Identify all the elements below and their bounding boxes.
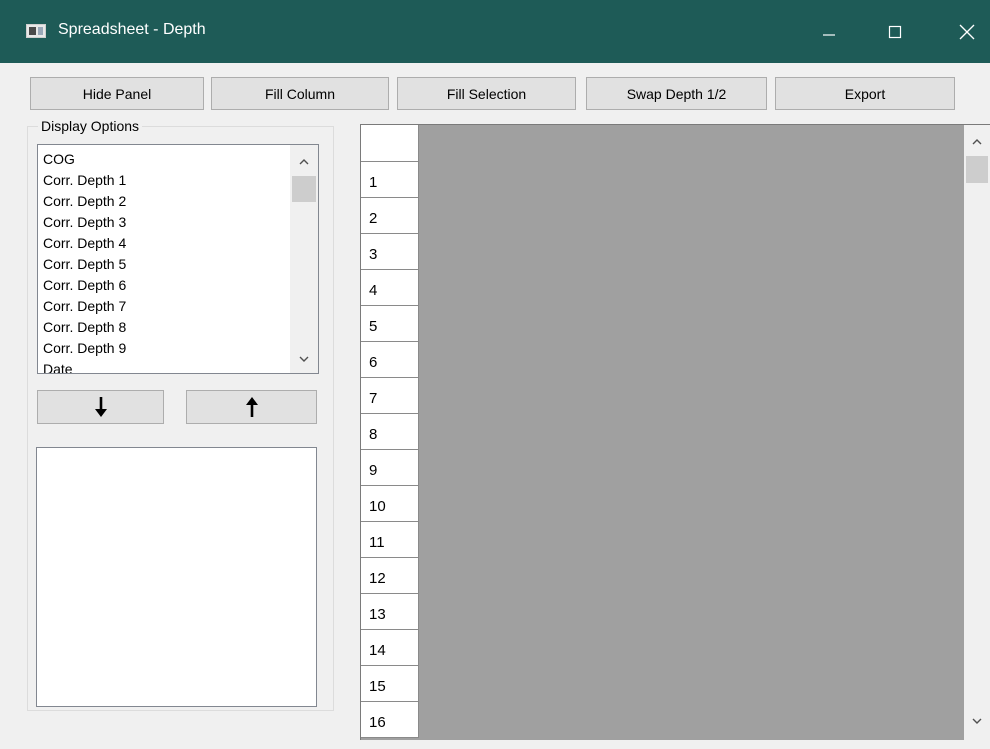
window-title: Spreadsheet - Depth — [58, 21, 206, 38]
grid-scroll-thumb[interactable] — [966, 156, 988, 183]
hide-panel-button[interactable]: Hide Panel — [30, 77, 204, 110]
row-header[interactable]: 3 — [361, 234, 419, 270]
row-header[interactable]: 15 — [361, 666, 419, 702]
list-item[interactable]: Corr. Depth 7 — [43, 296, 288, 317]
list-item[interactable]: Corr. Depth 3 — [43, 212, 288, 233]
close-icon — [959, 24, 975, 39]
close-button[interactable] — [944, 0, 990, 63]
grid-scroll-down-button[interactable] — [964, 708, 990, 734]
list-item[interactable]: Corr. Depth 2 — [43, 191, 288, 212]
display-options-list[interactable]: COG Corr. Depth 1 Corr. Depth 2 Corr. Depth… — [37, 144, 319, 374]
row-header[interactable]: 6 — [361, 342, 419, 378]
chevron-up-icon — [972, 138, 982, 144]
list-items: COG Corr. Depth 1 Corr. Depth 2 Corr. Depth… — [43, 149, 288, 373]
chevron-up-icon — [299, 158, 309, 164]
row-header[interactable]: 10 — [361, 486, 419, 522]
list-item[interactable]: Corr. Depth 9 — [43, 338, 288, 359]
row-header[interactable]: 5 — [361, 306, 419, 342]
row-header[interactable]: 11 — [361, 522, 419, 558]
row-header[interactable]: 14 — [361, 630, 419, 666]
list-item[interactable]: Corr. Depth 8 — [43, 317, 288, 338]
title-bar: Spreadsheet - Depth — [0, 0, 990, 63]
list-scrollbar[interactable] — [290, 145, 318, 373]
chevron-down-icon — [972, 718, 982, 724]
list-item[interactable]: Date — [43, 359, 288, 373]
row-header[interactable]: 4 — [361, 270, 419, 306]
row-header[interactable]: 13 — [361, 594, 419, 630]
maximize-button[interactable] — [872, 0, 918, 63]
list-item[interactable]: Corr. Depth 4 — [43, 233, 288, 254]
list-item[interactable]: Corr. Depth 5 — [43, 254, 288, 275]
chevron-down-icon — [299, 356, 309, 362]
arrow-down-icon — [94, 397, 107, 417]
scroll-up-button[interactable] — [290, 148, 318, 174]
grid-scrollbar[interactable] — [964, 125, 990, 740]
display-options-label: Display Options — [38, 118, 143, 134]
row-header[interactable]: 9 — [361, 450, 419, 486]
grid-scroll-up-button[interactable] — [964, 128, 990, 154]
grid-corner-header[interactable] — [361, 125, 419, 162]
export-button[interactable]: Export — [775, 77, 955, 110]
maximize-icon — [888, 25, 902, 38]
selected-options-list[interactable] — [36, 447, 317, 707]
fill-column-button[interactable]: Fill Column — [211, 77, 389, 110]
row-header[interactable]: 8 — [361, 414, 419, 450]
list-scroll-thumb[interactable] — [292, 176, 316, 202]
app-icon — [26, 24, 46, 38]
arrow-up-icon — [245, 397, 258, 417]
row-header[interactable]: 2 — [361, 198, 419, 234]
swap-depth-button[interactable]: Swap Depth 1/2 — [586, 77, 767, 110]
move-down-button[interactable] — [37, 390, 164, 424]
list-item[interactable]: Corr. Depth 1 — [43, 170, 288, 191]
row-header[interactable]: 1 — [361, 162, 419, 198]
fill-selection-button[interactable]: Fill Selection — [397, 77, 576, 110]
spreadsheet-grid[interactable]: 1 2 3 4 5 6 7 8 9 10 11 12 13 14 15 16 — [360, 124, 990, 740]
minimize-button[interactable] — [806, 0, 852, 63]
move-up-button[interactable] — [186, 390, 317, 424]
row-header[interactable]: 7 — [361, 378, 419, 414]
row-header[interactable]: 12 — [361, 558, 419, 594]
list-item[interactable]: Corr. Depth 6 — [43, 275, 288, 296]
minimize-icon — [823, 33, 835, 36]
scroll-down-button[interactable] — [290, 346, 318, 372]
list-item[interactable]: COG — [43, 149, 288, 170]
grid-cells-area[interactable] — [419, 125, 965, 740]
row-header[interactable]: 16 — [361, 702, 419, 738]
